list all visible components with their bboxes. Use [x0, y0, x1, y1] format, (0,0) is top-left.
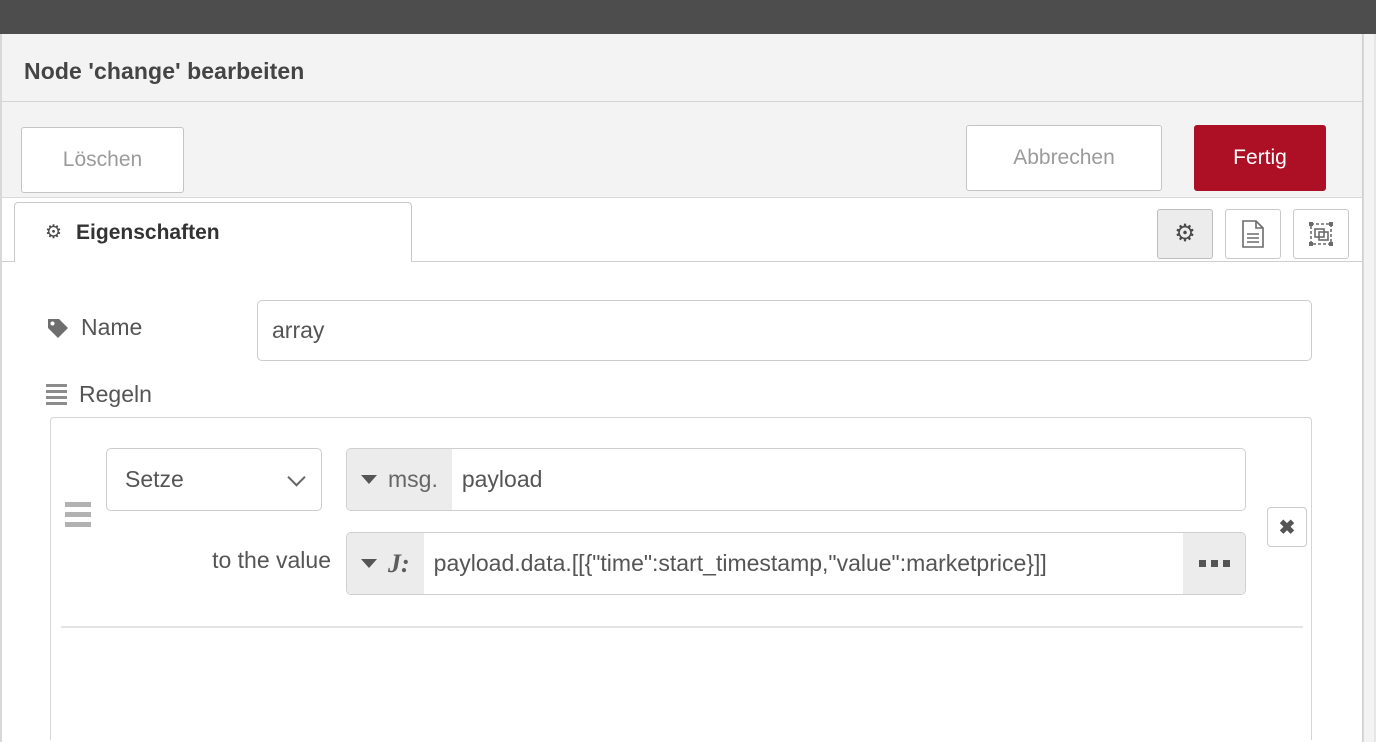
- tool-button-properties[interactable]: ⚙: [1157, 209, 1213, 259]
- window-titlebar: [0, 0, 1376, 34]
- page-title: Node 'change' bearbeiten: [24, 58, 305, 84]
- tab-eigenschaften[interactable]: ⚙ Eigenschaften: [14, 202, 412, 262]
- done-button[interactable]: Fertig: [1194, 125, 1326, 191]
- tool-button-description[interactable]: [1225, 209, 1281, 259]
- dialog-body: Name Regeln Setze: [2, 262, 1362, 740]
- rule-property-type-label: msg.: [388, 466, 438, 492]
- rules-label: Regeln: [79, 381, 152, 407]
- rule-action-select[interactable]: Setze: [106, 448, 322, 511]
- rule-property-type-button[interactable]: msg.: [347, 449, 452, 510]
- dialog-header: Node 'change' bearbeiten: [2, 34, 1362, 102]
- name-label: Name: [81, 314, 143, 340]
- rule-value-type-button[interactable]: J:: [347, 533, 424, 594]
- delete-button[interactable]: Löschen: [21, 127, 184, 193]
- cancel-button[interactable]: Abbrechen: [966, 125, 1162, 191]
- rules-container: Setze msg. to the value J:: [50, 417, 1312, 740]
- ellipsis-icon: [1198, 560, 1230, 567]
- jsonata-icon: J:: [388, 548, 410, 578]
- gear-icon: ⚙: [45, 222, 63, 243]
- rule-remove-button[interactable]: ✖: [1267, 507, 1307, 547]
- rule-action-value: Setze: [125, 466, 184, 492]
- name-input[interactable]: [257, 300, 1312, 361]
- dialog-action-bar: Löschen Abbrechen Fertig: [2, 102, 1362, 198]
- rules-label-group: Regeln: [46, 381, 152, 408]
- caret-down-icon: [361, 559, 377, 568]
- rule-separator: [61, 626, 1303, 628]
- appearance-icon: [1309, 222, 1333, 246]
- name-row: Name: [2, 300, 1362, 362]
- tag-icon: [46, 316, 70, 340]
- tab-bar: ⚙ Eigenschaften ⚙: [2, 198, 1362, 262]
- rule-value-field: J:: [346, 532, 1246, 595]
- chevron-down-icon: [287, 467, 306, 487]
- rule-to-value-label: to the value: [212, 547, 331, 573]
- gear-icon: ⚙: [1174, 220, 1196, 247]
- tab-label: Eigenschaften: [76, 220, 220, 244]
- rule-drag-handle[interactable]: [65, 502, 91, 527]
- rule-value-expand-button[interactable]: [1183, 533, 1245, 594]
- description-icon: [1242, 220, 1264, 248]
- rule-value-input[interactable]: [423, 533, 1183, 594]
- list-icon: [46, 384, 67, 405]
- node-edit-dialog: Node 'change' bearbeiten Löschen Abbrech…: [0, 34, 1363, 742]
- tool-button-appearance[interactable]: [1293, 209, 1349, 259]
- rule-property-field: msg.: [346, 448, 1246, 511]
- name-label-group: Name: [46, 314, 142, 341]
- rule-property-input[interactable]: [451, 449, 1245, 510]
- caret-down-icon: [361, 475, 377, 484]
